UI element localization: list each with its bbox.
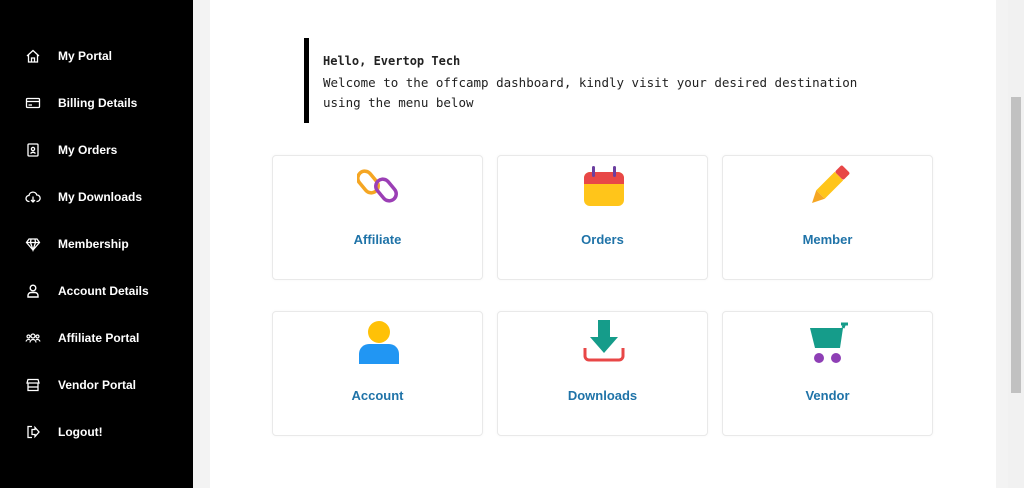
sidebar-item-affiliate-portal[interactable]: Affiliate Portal (0, 320, 193, 356)
credit-card-icon (25, 95, 41, 111)
sidebar-item-vendor-portal[interactable]: Vendor Portal (0, 367, 193, 403)
vertical-scrollbar[interactable] (1008, 0, 1024, 488)
card-label: Vendor (805, 388, 850, 403)
sidebar-item-my-portal[interactable]: My Portal (0, 38, 193, 74)
logout-icon (25, 424, 41, 440)
sidebar-item-account-details[interactable]: Account Details (0, 273, 193, 309)
diamond-icon (25, 236, 41, 252)
sidebar-item-logout[interactable]: Logout! (0, 414, 193, 450)
card-affiliate[interactable]: Affiliate (272, 155, 483, 280)
users-icon (25, 330, 41, 346)
card-downloads[interactable]: Downloads (497, 311, 708, 436)
sidebar-item-label: Affiliate Portal (58, 331, 140, 345)
sidebar-item-billing-details[interactable]: Billing Details (0, 85, 193, 121)
sidebar-item-label: Billing Details (58, 96, 138, 110)
greeting-title: Hello, Evertop Tech (323, 54, 461, 68)
card-account[interactable]: Account (272, 311, 483, 436)
sidebar-item-label: Membership (58, 237, 129, 251)
main-content: Hello, Evertop Tech Welcome to the offca… (210, 0, 996, 488)
user-icon (25, 283, 41, 299)
sidebar-item-my-orders[interactable]: My Orders (0, 132, 193, 168)
sidebar-item-label: My Downloads (58, 190, 143, 204)
calendar-icon (582, 164, 626, 208)
greeting-message: Welcome to the offcamp dashboard, kindly… (323, 75, 858, 110)
sidebar-item-label: Vendor Portal (58, 378, 137, 392)
orders-icon (25, 142, 41, 158)
scrollbar-thumb[interactable] (1011, 97, 1021, 393)
sidebar-item-label: Account Details (58, 284, 149, 298)
sidebar-item-my-downloads[interactable]: My Downloads (0, 179, 193, 215)
cloud-download-icon (25, 189, 41, 205)
cart-icon (807, 320, 851, 364)
card-label: Affiliate (353, 232, 402, 247)
store-icon (25, 377, 41, 393)
card-label: Orders (581, 232, 624, 247)
card-orders[interactable]: Orders (497, 155, 708, 280)
pencil-icon (807, 164, 851, 208)
download-icon (582, 320, 626, 364)
sidebar: My Portal Billing Details My Orders My D… (0, 0, 193, 488)
sidebar-item-label: My Orders (58, 143, 118, 157)
card-label: Downloads (567, 388, 638, 403)
sidebar-item-membership[interactable]: Membership (0, 226, 193, 262)
person-icon (357, 320, 401, 364)
greeting-block: Hello, Evertop Tech Welcome to the offca… (304, 38, 884, 123)
card-label: Member (802, 232, 853, 247)
home-icon (25, 48, 41, 64)
sidebar-item-label: Logout! (58, 425, 103, 439)
sidebar-item-label: My Portal (58, 49, 113, 63)
card-label: Account (351, 388, 404, 403)
card-member[interactable]: Member (722, 155, 933, 280)
link-icon (357, 164, 401, 208)
card-vendor[interactable]: Vendor (722, 311, 933, 436)
